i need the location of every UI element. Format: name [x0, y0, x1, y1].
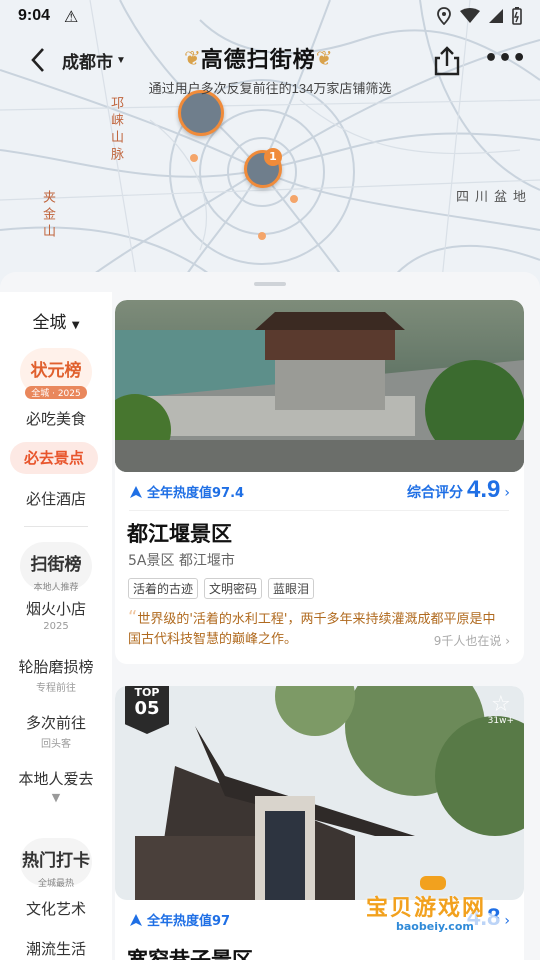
- back-button[interactable]: [18, 40, 58, 80]
- rail-item-sub: 2025: [43, 621, 69, 632]
- ranking-sheet[interactable]: 全城 ▼ 状元榜 全城 · 2025 必吃美食 必去景点 必住酒店 扫街榜 本地…: [0, 272, 540, 960]
- heat-arrow-icon: [130, 913, 142, 926]
- scope-label: 全城: [32, 313, 67, 333]
- rail-item-yanhuo[interactable]: 烟火小店 2025: [0, 598, 112, 632]
- rail-item-trend-life[interactable]: 潮流生活: [0, 938, 112, 959]
- poi-tags: 活着的古迹 文明密码 蓝眼泪: [128, 578, 315, 599]
- group-saojie-badge: 本地人推荐: [33, 583, 79, 593]
- quote-mark-icon: “: [128, 607, 138, 628]
- poi-tag: 蓝眼泪: [268, 578, 315, 599]
- share-button[interactable]: [430, 44, 464, 78]
- poi-title[interactable]: 都江堰景区: [127, 518, 232, 548]
- caret-down-icon: ▼: [51, 791, 61, 804]
- rail-item-sub: 专程前往: [36, 683, 76, 694]
- group-hot-checkin-badge: 全城最热: [37, 879, 74, 889]
- heat-text: 全年热度值97: [147, 914, 231, 929]
- map-dot[interactable]: [190, 154, 198, 162]
- rail-item-must-stay[interactable]: 必住酒店: [0, 488, 112, 509]
- rail-item-must-visit[interactable]: 必去景点: [10, 442, 98, 474]
- rail-item-sub: 回头客: [41, 739, 71, 750]
- map-label-range2: 夹金山: [40, 190, 55, 241]
- rail-item-culture-art[interactable]: 文化艺术: [0, 898, 112, 919]
- score-value: 4.9: [467, 476, 501, 503]
- status-bar: 9:04 ⚠: [0, 0, 540, 32]
- rail-item-tire-wear[interactable]: 轮胎磨损榜 专程前往: [0, 656, 112, 694]
- people-saying-text: 9千人也在说: [433, 634, 502, 648]
- chevron-right-icon: ›: [504, 485, 510, 501]
- poi-tag: 文明密码: [204, 578, 263, 599]
- rail-item-label: 轮胎磨损榜: [18, 658, 94, 676]
- heat-text: 全年热度值97.4: [147, 486, 245, 501]
- battery-icon: [512, 7, 522, 25]
- drag-handle[interactable]: [254, 282, 286, 286]
- poi-meta: 5A景区 都江堰市: [128, 553, 235, 569]
- group-zhuangyuan-title: 状元榜: [30, 361, 82, 381]
- group-saojie: 扫街榜 本地人推荐: [0, 550, 112, 594]
- rail-item-locals-love[interactable]: 本地人爱去 ▼: [0, 768, 112, 804]
- map-dot[interactable]: [258, 232, 266, 240]
- group-saojie-title: 扫街榜: [30, 555, 82, 575]
- card-divider: [129, 510, 509, 511]
- signal-icon: [489, 9, 503, 23]
- score-link[interactable]: 综合评分 4.9 ›: [407, 476, 510, 504]
- score-label: 综合评分: [407, 485, 464, 501]
- rail-item-label: 本地人爱去: [18, 770, 94, 788]
- watermark-text: 宝贝游戏网: [366, 896, 487, 921]
- brand-title: ❦ 高德扫街榜 ❦: [184, 42, 333, 74]
- location-icon: [437, 7, 451, 25]
- map-label-range1: 邛崃山脉: [108, 96, 123, 164]
- status-time: 9:04: [18, 7, 51, 24]
- rank-badge: TOP 05: [125, 686, 169, 734]
- caret-down-icon: ▼: [116, 54, 126, 66]
- chevron-right-icon: ›: [505, 634, 510, 648]
- poi-tag: 活着的古迹: [128, 578, 199, 599]
- poi-card[interactable]: 全年热度值97.4 综合评分 4.9 › 都江堰景区 5A景区 都江堰市 活着的…: [115, 300, 524, 664]
- scope-selector[interactable]: 全城 ▼: [0, 308, 112, 333]
- header-subtitle: 通过用户多次反复前往的134万家店铺筛选: [148, 81, 392, 96]
- rail-item-label: 多次前往: [25, 714, 86, 732]
- back-arrow-icon: [31, 48, 44, 72]
- caret-down-icon: ▼: [71, 320, 80, 331]
- rank-badge-number: 05: [134, 698, 160, 719]
- poi-photo-image: [115, 300, 524, 472]
- rail-item-must-eat[interactable]: 必吃美食: [0, 408, 112, 429]
- people-saying-link[interactable]: 9千人也在说 ›: [434, 632, 510, 649]
- group-hot-checkin-title: 热门打卡: [22, 851, 90, 871]
- watermark-url: baobeiy.com: [396, 920, 474, 933]
- more-menu-button[interactable]: •••: [484, 44, 526, 78]
- laurel-right-icon: ❦: [315, 46, 333, 70]
- favorite-button[interactable]: ☆ 31w+: [487, 692, 514, 727]
- heat-arrow-icon: [130, 485, 142, 498]
- warning-icon: ⚠: [64, 6, 79, 26]
- wifi-icon: [460, 8, 480, 23]
- favorite-count: 31w+: [487, 716, 514, 726]
- brand-title-text: 高德扫街榜: [200, 48, 316, 73]
- rail-item-repeat-visit[interactable]: 多次前往 回头客: [0, 712, 112, 750]
- poi-title[interactable]: 宽窄巷子景区: [127, 944, 253, 960]
- site-watermark: 宝贝游戏网 baobeiy.com: [362, 868, 512, 948]
- map-dot[interactable]: [290, 195, 298, 203]
- rail-divider: [24, 526, 88, 527]
- group-hot-checkin: 热门打卡 全城最热: [0, 846, 112, 890]
- share-icon: [434, 46, 460, 76]
- city-label: 成都市: [62, 52, 113, 72]
- rail-item-label: 烟火小店: [25, 600, 86, 618]
- star-icon: ☆: [490, 692, 511, 717]
- top-header: 成都市 ▼ ❦ 高德扫街榜 ❦ •••: [0, 40, 540, 80]
- city-selector[interactable]: 成都市 ▼: [62, 48, 126, 73]
- category-rail: 全城 ▼ 状元榜 全城 · 2025 必吃美食 必去景点 必住酒店 扫街榜 本地…: [0, 292, 112, 960]
- group-zhuangyuan-badge: 全城 · 2025: [25, 386, 87, 399]
- heat-value: 全年热度值97.4: [129, 482, 244, 501]
- group-zhuangyuan: 状元榜 全城 · 2025: [0, 356, 112, 400]
- heat-value: 全年热度值97: [129, 910, 230, 929]
- laurel-left-icon: ❦: [184, 46, 201, 70]
- map-pin-badge: 1: [264, 148, 282, 166]
- map-label-basin: 四川盆地: [456, 190, 533, 205]
- poi-photo[interactable]: [115, 300, 524, 472]
